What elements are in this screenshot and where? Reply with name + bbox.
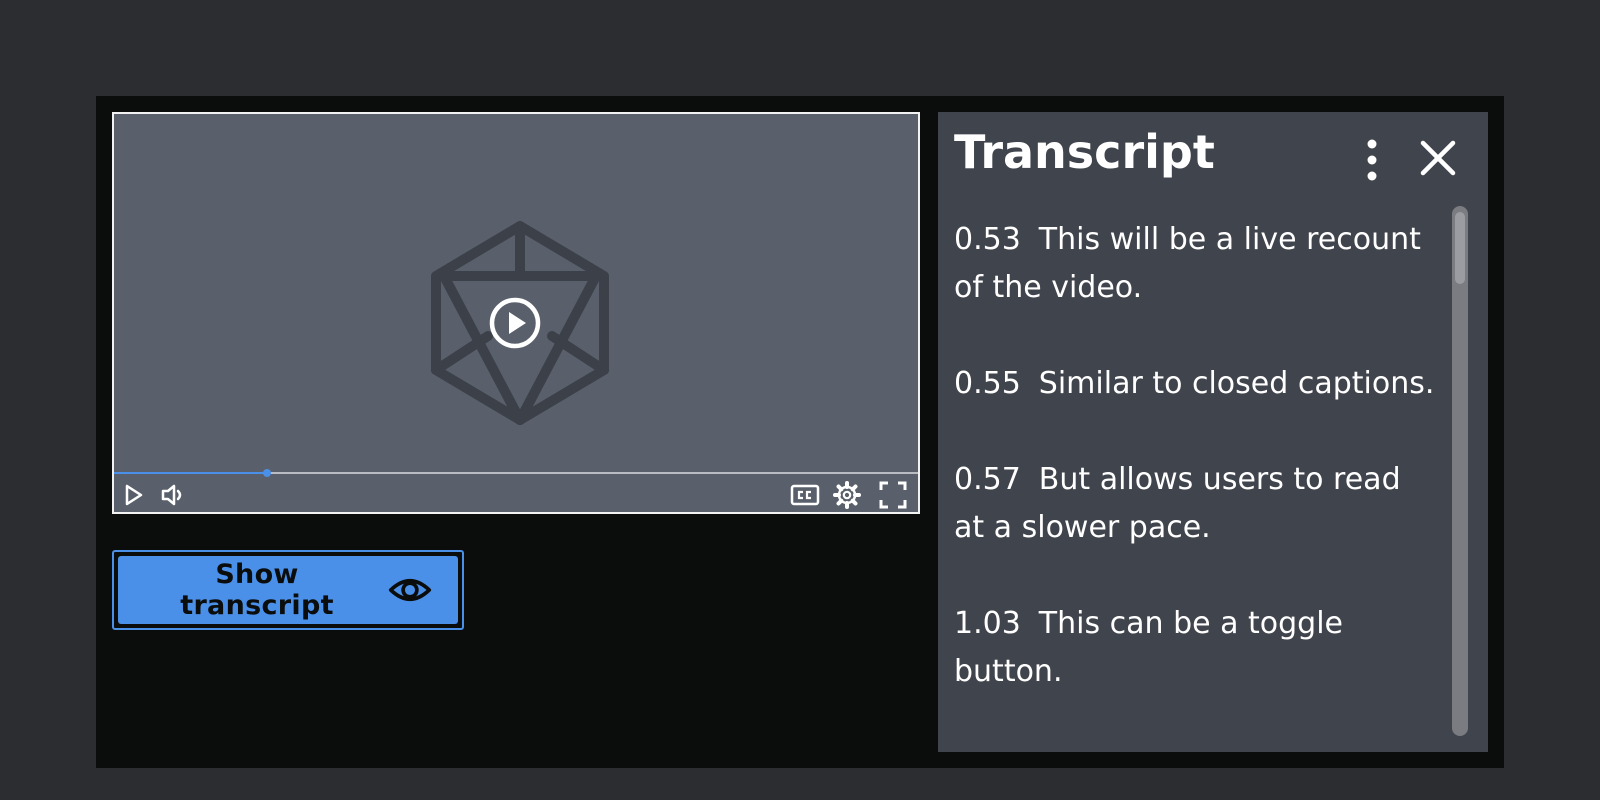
player-frame: Show transcript Transcript 0.53 This will… [96, 96, 1504, 768]
show-transcript-label: Show transcript [180, 559, 334, 621]
closed-captions-icon [790, 484, 820, 506]
transcript-entry: 0.55 Similar to closed captions. [954, 360, 1438, 408]
play-button[interactable] [118, 480, 148, 510]
progress-handle[interactable] [263, 469, 271, 477]
play-icon [125, 484, 143, 506]
play-overlay-icon[interactable] [488, 296, 542, 350]
video-player[interactable] [112, 112, 920, 514]
progress-fill [114, 472, 267, 474]
show-transcript-button[interactable]: Show transcript [118, 556, 458, 624]
transcript-entry: 1.03 This can be a toggle button. [954, 600, 1438, 696]
transcript-entry: 0.53 This will be a live recount of the v… [954, 216, 1438, 312]
entry-text: Similar to closed captions. [1038, 366, 1435, 401]
fullscreen-button[interactable] [878, 480, 908, 510]
scrollbar-track[interactable] [1452, 206, 1468, 736]
entry-timestamp[interactable]: 1.03 [954, 606, 1021, 641]
entry-timestamp[interactable]: 0.57 [954, 462, 1021, 497]
entry-text: This will be a live recount of the video… [954, 222, 1421, 305]
transcript-panel: Transcript 0.53 This will be a live recou… [938, 112, 1488, 752]
fullscreen-icon [879, 481, 907, 509]
transcript-list: 0.53 This will be a live recount of the v… [954, 216, 1438, 744]
closed-captions-button[interactable] [790, 480, 820, 510]
show-transcript-focus-ring: Show transcript [112, 550, 464, 630]
transcript-entry: 0.57 But allows users to read at a slower… [954, 456, 1438, 552]
entry-timestamp[interactable]: 0.55 [954, 366, 1021, 401]
volume-button[interactable] [158, 480, 188, 510]
settings-button[interactable] [832, 480, 862, 510]
progress-bar[interactable] [114, 469, 918, 477]
close-icon[interactable] [1418, 138, 1458, 178]
volume-icon [161, 484, 182, 506]
scrollbar-thumb[interactable] [1455, 212, 1465, 284]
settings-gear-icon [833, 481, 861, 509]
eye-icon [388, 579, 432, 601]
entry-timestamp[interactable]: 0.53 [954, 222, 1021, 257]
more-options-icon[interactable] [1356, 136, 1388, 184]
transcript-title: Transcript [954, 125, 1215, 179]
